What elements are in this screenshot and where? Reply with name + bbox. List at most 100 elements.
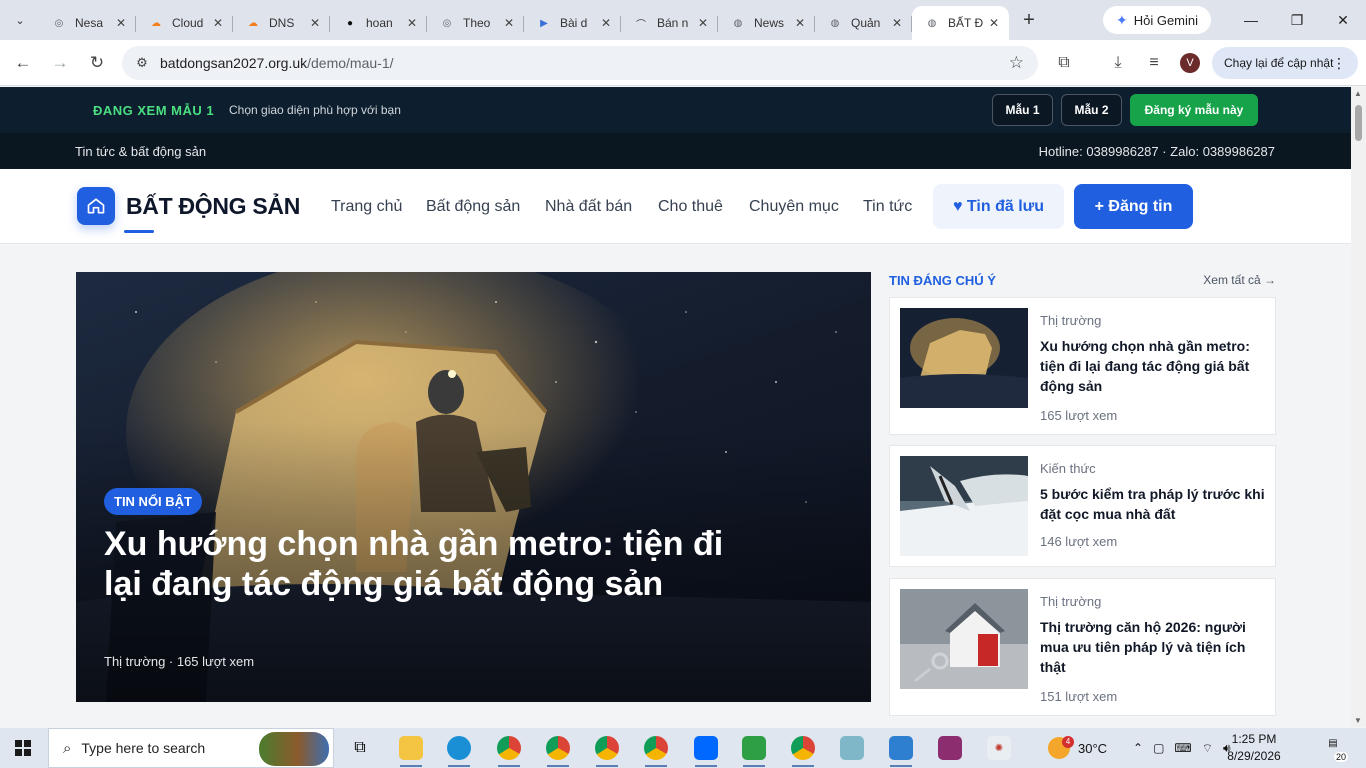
winrar-app[interactable]: [927, 728, 973, 768]
tab-close-icon[interactable]: ✕: [308, 16, 322, 30]
item-category: Thị trường: [1040, 594, 1102, 609]
site-info-icon[interactable]: ⚙: [126, 55, 158, 71]
media-button[interactable]: ≡: [1137, 46, 1171, 80]
browser-tab[interactable]: ⌒ Bán n ✕: [621, 6, 718, 40]
arrow-left-icon: ←: [14, 52, 32, 72]
scroll-down-icon[interactable]: ▼: [1354, 716, 1362, 725]
post-listing-button[interactable]: + Đăng tin: [1074, 184, 1193, 229]
register-template-button[interactable]: Đăng ký mẫu này: [1130, 94, 1258, 126]
keyboard-icon[interactable]: ⌨: [1174, 741, 1191, 755]
address-bar[interactable]: ⚙ batdongsan2027.org.uk/demo/mau-1/ ☆: [122, 46, 1038, 80]
tab-close-icon[interactable]: ✕: [405, 16, 419, 30]
tab-search-button[interactable]: ⌄: [5, 5, 35, 35]
chrome-app-2[interactable]: [535, 728, 581, 768]
start-button[interactable]: [0, 728, 46, 768]
browser-tab[interactable]: ◍ BẤT Đ ✕: [912, 6, 1009, 40]
thumbnail-image: [900, 456, 1028, 556]
demo-subtitle: Chọn giao diện phù hợp với bạn: [229, 103, 401, 117]
nav-categories[interactable]: Chuyên mục: [749, 198, 839, 216]
app-11[interactable]: ✺: [976, 728, 1022, 768]
template-2-button[interactable]: Mẫu 2: [1061, 94, 1122, 126]
nav-for-rent[interactable]: Cho thuê: [658, 198, 723, 216]
notification-count: 20: [1333, 752, 1348, 762]
site-header: BẤT ĐỘNG SẢN Trang chủ Bất động sản Nhà …: [0, 169, 1351, 244]
reload-button[interactable]: ↻: [80, 46, 114, 80]
browser-tab[interactable]: ◎ Nesa ✕: [39, 6, 136, 40]
tab-close-icon[interactable]: ✕: [987, 16, 1001, 30]
scrollbar-thumb[interactable]: [1355, 105, 1362, 141]
relaunch-update-button[interactable]: Chạy lại để cập nhật ⋮: [1212, 47, 1358, 79]
file-explorer-app[interactable]: [388, 728, 434, 768]
saved-posts-button[interactable]: ♥ Tin đã lưu: [933, 184, 1064, 229]
browser-tab[interactable]: ◎ Theo ✕: [427, 6, 524, 40]
minimize-button[interactable]: —: [1228, 0, 1274, 40]
logo-home-button[interactable]: [77, 187, 115, 225]
new-tab-button[interactable]: +: [1015, 6, 1043, 34]
tab-title: Bài d: [560, 16, 588, 30]
chrome-app-3[interactable]: [584, 728, 630, 768]
chrome-app-4[interactable]: [633, 728, 679, 768]
tab-close-icon[interactable]: ✕: [599, 16, 613, 30]
notes-icon: [840, 736, 864, 760]
edge-app[interactable]: [436, 728, 482, 768]
featured-hero[interactable]: TIN NỔI BẬT Xu hướng chọn nhà gần metro:…: [76, 272, 871, 702]
task-view-button[interactable]: ⧉: [337, 728, 383, 768]
chevron-up-icon[interactable]: ⌃: [1133, 741, 1143, 755]
browser-tab[interactable]: ● hoan ✕: [330, 6, 427, 40]
tab-close-icon[interactable]: ✕: [211, 16, 225, 30]
demo-label: ĐANG XEM MẪU 1: [93, 103, 215, 118]
browser-tab[interactable]: ☁ DNS ✕: [233, 6, 330, 40]
nav-for-sale[interactable]: Nhà đất bán: [545, 198, 632, 216]
system-tray: ⌃ ▢ ⌨ ⌔ 🔊︎: [1133, 728, 1231, 768]
clock-date: 8/29/2026: [1227, 749, 1281, 763]
chrome-app-5[interactable]: [780, 728, 826, 768]
hero-title[interactable]: Xu hướng chọn nhà gần metro: tiện đi lại…: [104, 524, 744, 604]
scroll-up-icon[interactable]: ▲: [1354, 89, 1362, 98]
list-item[interactable]: Thị trường Xu hướng chọn nhà gần metro: …: [889, 297, 1276, 435]
tab-close-icon[interactable]: ✕: [114, 16, 128, 30]
template-1-button[interactable]: Mẫu 1: [992, 94, 1053, 126]
item-title[interactable]: Xu hướng chọn nhà gần metro: tiện đi lại…: [1040, 336, 1265, 396]
weather-widget[interactable]: 4 30°C: [1048, 728, 1107, 768]
tab-close-icon[interactable]: ✕: [502, 16, 516, 30]
nav-real-estate[interactable]: Bất động sản: [426, 198, 520, 216]
ask-gemini-button[interactable]: ✦ Hỏi Gemini: [1103, 6, 1211, 34]
item-title[interactable]: Thị trường căn hộ 2026: người mua ưu tiê…: [1040, 617, 1265, 677]
forward-button[interactable]: →: [43, 46, 77, 80]
notification-center-button[interactable]: ▤ 20: [1322, 738, 1348, 762]
browser-tab[interactable]: ◍ News ✕: [718, 6, 815, 40]
taskbar-search[interactable]: ⌕ Type here to search: [48, 728, 334, 768]
nav-news[interactable]: Tin tức: [863, 198, 912, 216]
taskbar-clock[interactable]: 1:25 PM 8/29/2026: [1222, 731, 1286, 765]
browser-tab[interactable]: ◍ Quản ✕: [815, 6, 912, 40]
meet-now-icon[interactable]: ▢: [1153, 741, 1164, 755]
tab-close-icon[interactable]: ✕: [793, 16, 807, 30]
restore-button[interactable]: ❐: [1274, 0, 1320, 40]
see-all-link[interactable]: Xem tất cả →: [1203, 273, 1276, 287]
photos-app[interactable]: [878, 728, 924, 768]
extensions-button[interactable]: ⧉: [1047, 46, 1081, 80]
thumbnail-image: [900, 589, 1028, 689]
tab-close-icon[interactable]: ✕: [890, 16, 904, 30]
page-scrollbar[interactable]: ▲ ▼: [1351, 87, 1366, 727]
app-8[interactable]: [829, 728, 875, 768]
chrome-app-1[interactable]: [486, 728, 532, 768]
bookmark-star-icon[interactable]: ☆: [1009, 53, 1024, 73]
downloads-button[interactable]: ⤓: [1101, 46, 1135, 80]
list-item[interactable]: Kiến thức 5 bước kiểm tra pháp lý trước …: [889, 445, 1276, 567]
camtasia-app[interactable]: [731, 728, 777, 768]
logo-text[interactable]: BẤT ĐỘNG SẢN: [126, 193, 300, 220]
tab-close-icon[interactable]: ✕: [696, 16, 710, 30]
chrome-icon: [546, 736, 570, 760]
close-window-button[interactable]: ✕: [1320, 0, 1366, 40]
list-item[interactable]: Thị trường Thị trường căn hộ 2026: người…: [889, 578, 1276, 716]
browser-tab[interactable]: ▶ Bài d ✕: [524, 6, 621, 40]
zalo-app[interactable]: [683, 728, 729, 768]
profile-avatar[interactable]: V: [1180, 53, 1200, 73]
item-title[interactable]: 5 bước kiểm tra pháp lý trước khi đặt cọ…: [1040, 484, 1265, 524]
back-button[interactable]: ←: [6, 46, 40, 80]
nav-home[interactable]: Trang chủ: [331, 198, 402, 216]
tab-title: DNS: [269, 16, 295, 30]
wifi-icon[interactable]: ⌔: [1202, 741, 1213, 756]
browser-tab[interactable]: ☁ Cloud ✕: [136, 6, 233, 40]
